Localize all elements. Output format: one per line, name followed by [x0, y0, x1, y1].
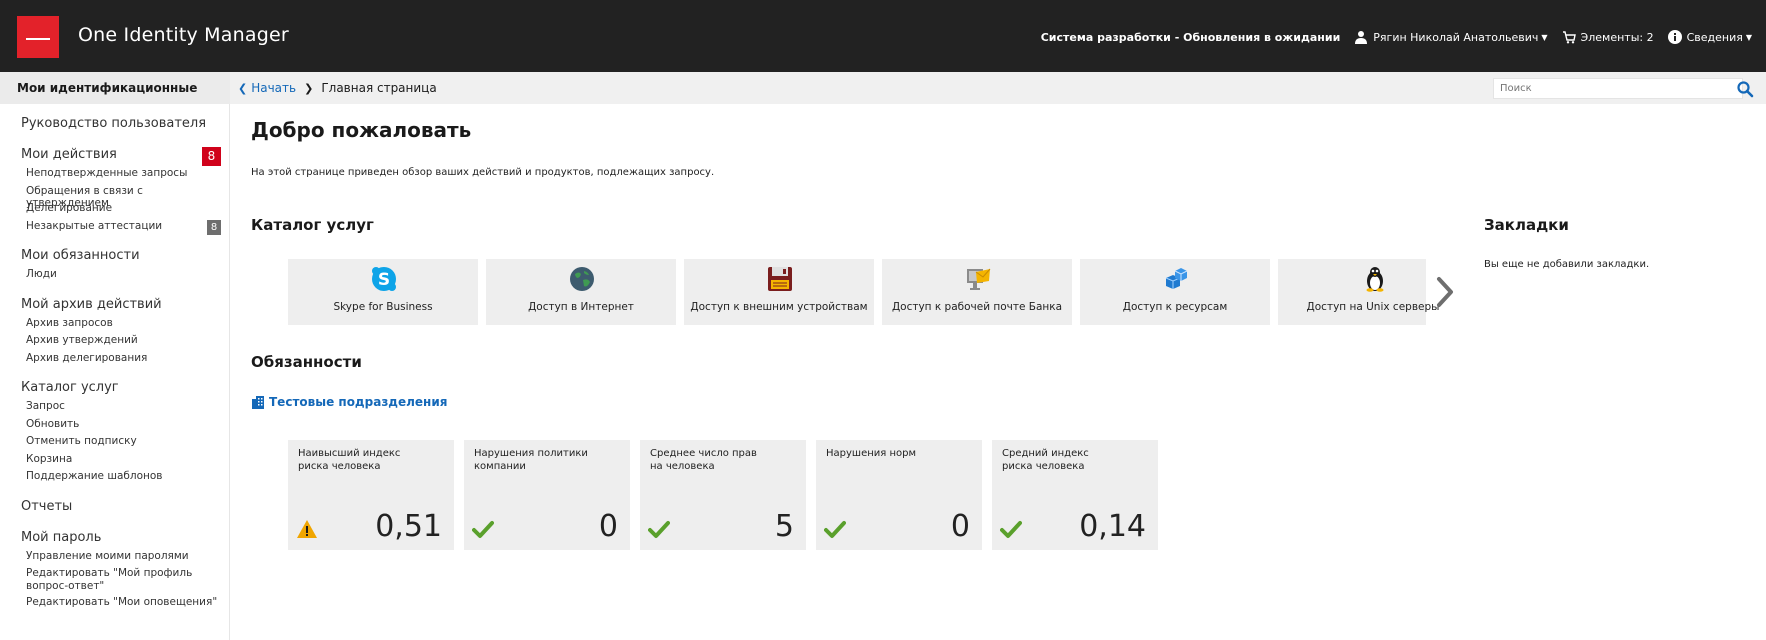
tile-label: Доступ в Интернет — [528, 301, 634, 313]
kpi-tile-rule-violations[interactable]: Нарушения норм 0 — [816, 440, 982, 550]
sidebar-item-renew[interactable]: Обновить — [21, 418, 229, 436]
sidebar-item-request[interactable]: Запрос — [21, 400, 229, 418]
skype-icon: S — [372, 267, 396, 291]
sidebar-item-delegation-archive[interactable]: Архив делегирования — [21, 352, 229, 370]
search-input[interactable] — [1493, 78, 1743, 99]
kpi-label: Нарушения политики компании — [474, 448, 588, 472]
checkmark-icon — [648, 521, 670, 538]
top-bar: One Identity Manager Система разработки … — [0, 0, 1766, 72]
kpi-value: 0 — [598, 509, 618, 544]
main-content: Добро пожаловать На этой странице привед… — [231, 104, 1766, 640]
duties-title: Обязанности — [251, 353, 362, 371]
kpi-value: 0,14 — [1079, 509, 1146, 544]
kpi-value: 0 — [950, 509, 970, 544]
sidebar-item-approval-archive[interactable]: Архив утверждений — [21, 334, 229, 352]
user-name: Рягин Николай Анатольевич — [1373, 30, 1539, 44]
checkmark-icon — [824, 521, 846, 538]
info-menu[interactable]: Сведения ▼ — [1667, 30, 1752, 44]
kpi-tile-avg-rights[interactable]: Среднее число прав на человека 5 — [640, 440, 806, 550]
catalog-tile-resources[interactable]: Доступ к ресурсам — [1080, 259, 1270, 325]
chevron-right-icon[interactable] — [1434, 276, 1456, 308]
info-label: Сведения — [1686, 30, 1743, 44]
sidebar-item-unsubscribe[interactable]: Отменить подписку — [21, 435, 229, 453]
department-link[interactable]: Тестовые подразделения — [251, 395, 447, 409]
bookmarks-empty-text: Вы еще не добавили закладки. — [1484, 259, 1650, 270]
sidebar: Руководство пользователя Мои действия 8 … — [0, 104, 230, 640]
user-icon — [1355, 31, 1368, 44]
status-badge: 8 — [207, 219, 221, 235]
sidebar-item-unconfirmed-requests[interactable]: Неподтвержденные запросы — [21, 167, 229, 185]
sidebar-item-approval-requests[interactable]: Обращения в связи с утверждением — [21, 185, 229, 209]
sidebar-item-user-guide[interactable]: Руководство пользователя — [21, 116, 229, 136]
sidebar-item-people[interactable]: Люди — [21, 268, 229, 286]
kpi-label: Среднее число прав на человека — [650, 448, 757, 472]
kpi-label: Наивысший индекс риска человека — [298, 448, 401, 472]
cart-button[interactable]: Элементы: 2 — [1562, 30, 1654, 44]
cubes-icon — [1165, 268, 1188, 289]
catalog-tile-internet[interactable]: Доступ в Интернет — [486, 259, 676, 325]
tile-label: Skype for Business — [333, 301, 433, 313]
catalog-tile-bank-mail[interactable]: Доступ к рабочей почте Банка — [882, 259, 1072, 325]
kpi-label: Нарушения норм — [826, 448, 916, 459]
app-logo[interactable] — [17, 16, 59, 58]
checkmark-icon — [1000, 521, 1022, 538]
sidebar-item-my-actions[interactable]: Мои действия 8 — [21, 147, 229, 167]
sidebar-item-edit-qa-profile[interactable]: Редактировать "Мой профиль вопрос-ответ" — [21, 567, 229, 596]
sidebar-item-edit-notifications[interactable]: Редактировать "Мои оповещения" — [21, 596, 229, 614]
globe-icon — [570, 267, 594, 291]
sidebar-item-delegation[interactable]: Делегирование — [21, 202, 229, 220]
kpi-tile-max-risk[interactable]: Наивысший индекс риска человека 0,51 — [288, 440, 454, 550]
catalog-title: Каталог услуг — [251, 216, 374, 234]
breadcrumb-current: Главная страница — [321, 81, 437, 95]
sidebar-item-reports[interactable]: Отчеты — [21, 499, 229, 519]
chevron-down-icon: ▼ — [1745, 32, 1752, 42]
system-status: Система разработки - Обновления в ожидан… — [1040, 30, 1341, 44]
section-title: Мои идентификационные — [0, 72, 230, 104]
sidebar-item-action-archive[interactable]: Мой архив действий — [21, 297, 229, 317]
tile-label: Доступ к ресурсам — [1122, 301, 1228, 313]
warning-icon — [297, 520, 317, 538]
catalog-tile-unix[interactable]: Доступ на Unix серверы — [1278, 259, 1439, 325]
info-icon — [1667, 30, 1682, 44]
sidebar-item-open-attestations[interactable]: Незакрытые аттестации 8 — [21, 219, 229, 238]
intro-text: На этой странице приведен обзор ваших де… — [251, 167, 715, 178]
breadcrumb-home[interactable]: ❮ Начать — [238, 81, 296, 95]
header-right: Система разработки - Обновления в ожидан… — [1027, 28, 1752, 46]
tile-label: Доступ к рабочей почте Банка — [891, 301, 1063, 313]
app-title: One Identity Manager — [78, 24, 289, 46]
chevron-down-icon: ▼ — [1541, 32, 1548, 42]
cart-icon — [1562, 31, 1576, 44]
sub-bar: Мои идентификационные ❮ Начать ❯ Главная … — [0, 72, 1766, 104]
chevron-left-icon: ❮ — [238, 82, 248, 95]
kpi-tile-avg-risk[interactable]: Средний индекс риска человека 0,14 — [992, 440, 1158, 550]
catalog-tile-external-devices[interactable]: Доступ к внешним устройствам — [684, 259, 874, 325]
sidebar-item-manage-passwords[interactable]: Управление моими паролями — [21, 550, 229, 568]
sidebar-item-service-catalog[interactable]: Каталог услуг — [21, 380, 229, 400]
linux-penguin-icon — [1366, 267, 1384, 292]
kpi-value: 5 — [774, 509, 794, 544]
search-icon[interactable] — [1736, 80, 1754, 98]
sidebar-item-my-duties[interactable]: Мои обязанности — [21, 248, 229, 268]
cart-label: Элементы: 2 — [1580, 30, 1654, 44]
kpi-value: 0,51 — [375, 509, 442, 544]
sidebar-item-my-password[interactable]: Мой пароль — [21, 530, 229, 550]
building-icon — [252, 396, 264, 409]
user-menu[interactable]: Рягин Николай Анатольевич ▼ — [1354, 30, 1548, 44]
tile-label: Доступ к внешним устройствам — [690, 301, 868, 313]
breadcrumb: ❮ Начать ❯ Главная страница — [238, 81, 437, 95]
status-badge: 8 — [202, 147, 221, 166]
sidebar-item-cart[interactable]: Корзина — [21, 453, 229, 471]
checkmark-icon — [472, 521, 494, 538]
mail-monitor-icon — [967, 268, 991, 290]
floppy-disk-icon — [768, 267, 792, 291]
chevron-right-icon: ❯ — [304, 81, 314, 95]
sidebar-item-templates[interactable]: Поддержание шаблонов — [21, 470, 229, 488]
bookmarks-title: Закладки — [1484, 216, 1569, 234]
page-title: Добро пожаловать — [251, 118, 472, 142]
catalog-tile-skype[interactable]: S Skype for Business — [288, 259, 478, 325]
svg-text:S: S — [378, 270, 390, 290]
kpi-label: Средний индекс риска человека — [1002, 448, 1089, 472]
sidebar-item-request-archive[interactable]: Архив запросов — [21, 317, 229, 335]
kpi-tile-policy-violations[interactable]: Нарушения политики компании 0 — [464, 440, 630, 550]
